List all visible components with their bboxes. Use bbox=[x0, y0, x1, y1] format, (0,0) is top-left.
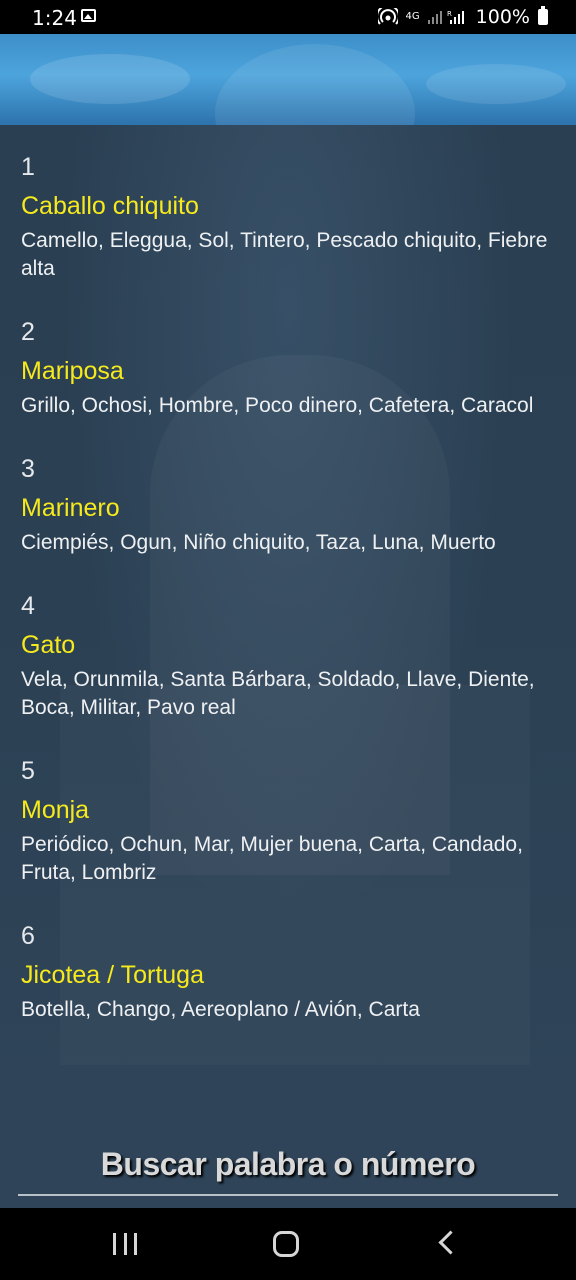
home-icon[interactable] bbox=[273, 1231, 299, 1257]
signal-icon: R bbox=[427, 10, 464, 24]
list-item[interactable]: 3 Marinero Ciempiés, Ogun, Niño chiquito… bbox=[21, 454, 556, 557]
status-time: 1:24 bbox=[32, 6, 77, 30]
entry-title: Jicotea / Tortuga bbox=[21, 961, 204, 989]
list-item[interactable]: 5 Monja Periódico, Ochun, Mar, Mujer bue… bbox=[21, 756, 556, 887]
entry-title: Caballo chiquito bbox=[21, 192, 199, 220]
image-icon bbox=[81, 9, 96, 22]
entry-number: 2 bbox=[21, 318, 35, 346]
search-underline bbox=[18, 1194, 558, 1196]
system-navigation-bar bbox=[0, 1208, 576, 1280]
entry-description: Ciempiés, Ogun, Niño chiquito, Taza, Lun… bbox=[21, 531, 496, 554]
network-type: 4G bbox=[405, 11, 420, 22]
entry-title: Gato bbox=[21, 631, 76, 659]
status-bar: 1:24 4G R 100% bbox=[0, 0, 576, 34]
entry-title: Mariposa bbox=[21, 357, 124, 385]
search-bar[interactable]: Buscar palabra o número bbox=[0, 1120, 576, 1208]
entry-number: 5 bbox=[21, 757, 35, 785]
entry-title: Monja bbox=[21, 796, 90, 824]
entry-number: 1 bbox=[21, 153, 35, 181]
search-input[interactable]: Buscar palabra o número bbox=[0, 1146, 576, 1183]
status-right: 4G R 100% bbox=[377, 6, 548, 28]
battery-level: 100% bbox=[475, 6, 530, 28]
list-item[interactable]: 1 Caballo chiquito Camello, Eleggua, Sol… bbox=[21, 152, 556, 283]
entry-number: 6 bbox=[21, 922, 35, 950]
entry-description: Periódico, Ochun, Mar, Mujer buena, Cart… bbox=[21, 833, 523, 884]
entry-number: 3 bbox=[21, 455, 35, 483]
entry-description: Camello, Eleggua, Sol, Tintero, Pescado … bbox=[21, 229, 548, 280]
back-icon[interactable] bbox=[438, 1230, 463, 1255]
list-item[interactable]: 2 Mariposa Grillo, Ochosi, Hombre, Poco … bbox=[21, 317, 556, 420]
entry-description: Botella, Chango, Aereoplano / Avión, Car… bbox=[21, 998, 420, 1021]
entry-title: Marinero bbox=[21, 494, 120, 522]
recents-icon[interactable] bbox=[113, 1233, 137, 1255]
entry-number: 4 bbox=[21, 592, 35, 620]
list-item[interactable]: 4 Gato Vela, Orunmila, Santa Bárbara, So… bbox=[21, 591, 556, 722]
battery-icon bbox=[538, 6, 548, 25]
list-item[interactable]: 6 Jicotea / Tortuga Botella, Chango, Aer… bbox=[21, 921, 556, 1024]
entries-list[interactable]: 1 Caballo chiquito Camello, Eleggua, Sol… bbox=[0, 125, 576, 1120]
entry-description: Grillo, Ochosi, Hombre, Poco dinero, Caf… bbox=[21, 394, 534, 417]
entry-description: Vela, Orunmila, Santa Bárbara, Soldado, … bbox=[21, 668, 535, 719]
header-banner-image bbox=[0, 34, 576, 125]
roaming-label: R bbox=[447, 10, 452, 18]
hotspot-icon bbox=[377, 8, 398, 25]
